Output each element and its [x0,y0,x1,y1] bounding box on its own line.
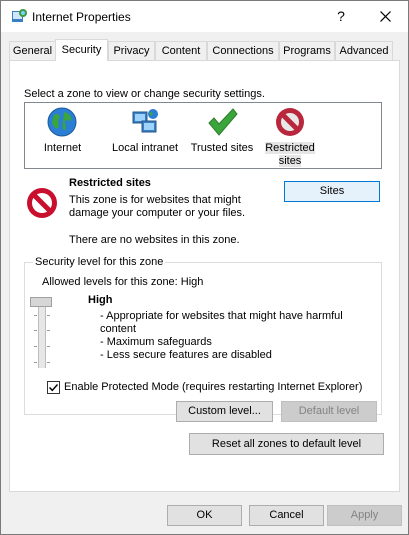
default-level-button[interactable]: Default level [281,401,377,422]
slider-tick [47,315,50,316]
tab-connections[interactable]: Connections [207,41,279,60]
zone-internet[interactable]: Internet [35,103,90,169]
tab-advanced[interactable]: Advanced [335,41,393,60]
help-button[interactable]: ? [326,1,356,32]
restricted-zone-icon [27,188,57,218]
close-icon [380,11,391,22]
restricted-icon [276,108,304,136]
security-tab-panel: Select a zone to view or change security… [9,60,400,492]
tab-privacy[interactable]: Privacy [108,41,155,60]
allowed-levels-text: Allowed levels for this zone: High [42,276,204,288]
zone-list: Internet Local intranet Trusted sites Re… [24,102,382,169]
zone-description-line1: This zone is for websites that might [69,194,241,206]
zone-label-line1: Restricted [265,142,315,154]
reset-all-zones-button[interactable]: Reset all zones to default level [189,433,384,455]
security-level-group-title: Security level for this zone [33,256,166,268]
window-title: Internet Properties [32,10,131,24]
slider-tick [47,346,50,347]
internet-properties-window: Internet Properties ? General Security P… [0,0,409,535]
slider-tick [34,330,37,331]
zone-restricted-sites[interactable]: Restricted sites [263,103,317,169]
close-button[interactable] [369,1,403,32]
checkmark-icon [49,384,59,392]
zone-sites-status: There are no websites in this zone. [69,234,240,246]
slider-tick [34,362,37,363]
level-bullet-3: - Less secure features are disabled [100,349,272,361]
security-level-slider-thumb[interactable] [30,297,52,307]
internet-properties-icon [12,9,27,22]
tab-security[interactable]: Security [55,39,108,61]
selected-zone-title: Restricted sites [69,177,151,189]
cancel-button[interactable]: Cancel [249,505,324,526]
custom-level-button[interactable]: Custom level... [176,401,273,422]
title-bar[interactable]: Internet Properties ? [1,1,408,32]
zone-label-local-intranet: Local intranet [111,142,179,154]
slider-tick [47,330,50,331]
zone-label-line2: sites [278,155,302,167]
zone-label-restricted-sites: Restricted sites [263,142,317,168]
network-icon [132,109,158,133]
zone-description-line2: damage your computer or your files. [69,207,246,219]
ok-button[interactable]: OK [167,505,242,526]
level-bullet-1-cont: content [100,323,137,335]
security-level-slider-track[interactable] [38,298,46,368]
protected-mode-label[interactable]: Enable Protected Mode (requires restarti… [64,381,362,393]
slider-tick [34,315,37,316]
slider-tick [47,362,50,363]
zone-local-intranet[interactable]: Local intranet [105,103,185,169]
slider-tick [34,346,37,347]
zone-trusted-sites[interactable]: Trusted sites [188,103,256,169]
tab-general[interactable]: General [9,41,56,60]
level-bullet-1: - Appropriate for websites that might ha… [100,310,343,322]
zone-label-trusted-sites: Trusted sites [190,142,254,154]
apply-button[interactable]: Apply [327,505,402,526]
tab-content[interactable]: Content [155,41,207,60]
security-level-name: High [88,294,113,306]
zone-prompt: Select a zone to view or change security… [24,88,265,100]
level-bullet-2: - Maximum safeguards [100,336,212,348]
sites-button[interactable]: Sites [284,181,380,202]
globe-icon [47,107,77,137]
protected-mode-checkbox[interactable] [47,381,60,394]
tab-programs[interactable]: Programs [279,41,335,60]
checkmark-icon [208,108,238,136]
zone-label-internet: Internet [43,142,82,154]
